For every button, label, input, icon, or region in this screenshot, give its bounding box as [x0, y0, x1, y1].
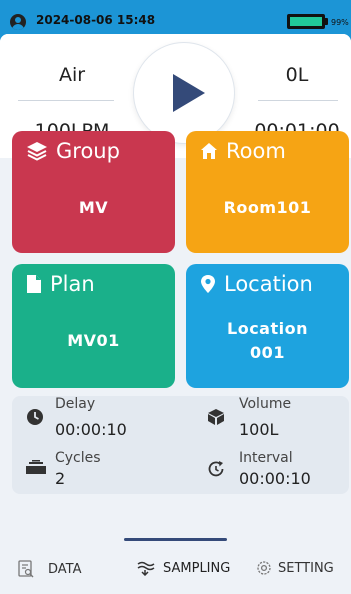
- interval-label: Interval: [239, 450, 293, 466]
- home-icon: [201, 143, 217, 159]
- main-panel: Air 100LPM 0L 00:01:00 Group MV Room: [0, 34, 351, 594]
- battery-tip: [325, 18, 328, 25]
- settings-summary: Delay 00:00:10 Volume 100L Cycles 2 Inte…: [12, 396, 349, 494]
- clock-icon: [27, 409, 43, 425]
- cube-icon: [208, 409, 224, 425]
- group-value: MV: [78, 198, 109, 217]
- cycles-value: 2: [55, 469, 66, 488]
- document-icon: [27, 275, 41, 293]
- plan-header: Plan: [26, 272, 95, 296]
- group-label: Group: [56, 139, 120, 163]
- gear-icon: [257, 561, 271, 575]
- status-datetime: 2024-08-06 15:48: [36, 13, 156, 27]
- volume-label: Volume: [239, 396, 292, 412]
- user-icon[interactable]: [10, 14, 26, 30]
- layers-icon: [27, 142, 47, 161]
- room-header: Room: [200, 139, 286, 163]
- divider: [258, 100, 338, 101]
- location-label: Location: [224, 272, 313, 296]
- bottom-nav: DATA SAMPLING SETTING: [0, 538, 351, 594]
- nav-sampling-label: SAMPLING: [163, 560, 231, 576]
- nav-sampling[interactable]: SAMPLING: [137, 560, 230, 576]
- play-icon: [173, 74, 205, 112]
- nav-data-label: DATA: [48, 561, 82, 577]
- sampling-icon: [137, 561, 155, 576]
- volume-done: 0L: [285, 64, 309, 86]
- group-header: Group: [26, 139, 120, 163]
- group-tile[interactable]: Group MV: [12, 131, 175, 253]
- delay-value: 00:00:10: [55, 420, 127, 439]
- refresh-clock-icon: [208, 461, 224, 477]
- nav-setting-label: SETTING: [278, 560, 334, 576]
- room-label: Room: [226, 139, 286, 163]
- location-value-line1: Location: [227, 319, 308, 338]
- plan-label: Plan: [50, 272, 95, 296]
- room-tile[interactable]: Room Room101: [186, 131, 349, 253]
- location-header: Location: [200, 272, 313, 296]
- plan-value: MV01: [67, 331, 120, 350]
- stack-icon: [26, 460, 46, 474]
- interval-value: 00:00:10: [239, 469, 311, 488]
- location-tile[interactable]: Location Location 001: [186, 264, 349, 388]
- divider: [18, 100, 114, 101]
- battery-text: 99%: [331, 18, 349, 27]
- cycles-label: Cycles: [55, 450, 101, 466]
- play-button[interactable]: [133, 42, 235, 144]
- data-search-icon: [18, 560, 34, 578]
- volume-value: 100L: [239, 420, 279, 439]
- delay-label: Delay: [55, 396, 96, 412]
- location-value-line2: 001: [250, 343, 285, 362]
- status-bar: 2024-08-06 15:48 99%: [0, 0, 351, 34]
- active-tab-indicator: [124, 538, 227, 541]
- plan-tile[interactable]: Plan MV01: [12, 264, 175, 388]
- nav-setting[interactable]: SETTING: [256, 560, 334, 576]
- map-pin-icon: [201, 275, 215, 293]
- medium-label: Air: [58, 64, 86, 86]
- nav-data[interactable]: DATA: [18, 560, 82, 578]
- room-value: Room101: [223, 198, 312, 217]
- battery-icon: [287, 14, 325, 29]
